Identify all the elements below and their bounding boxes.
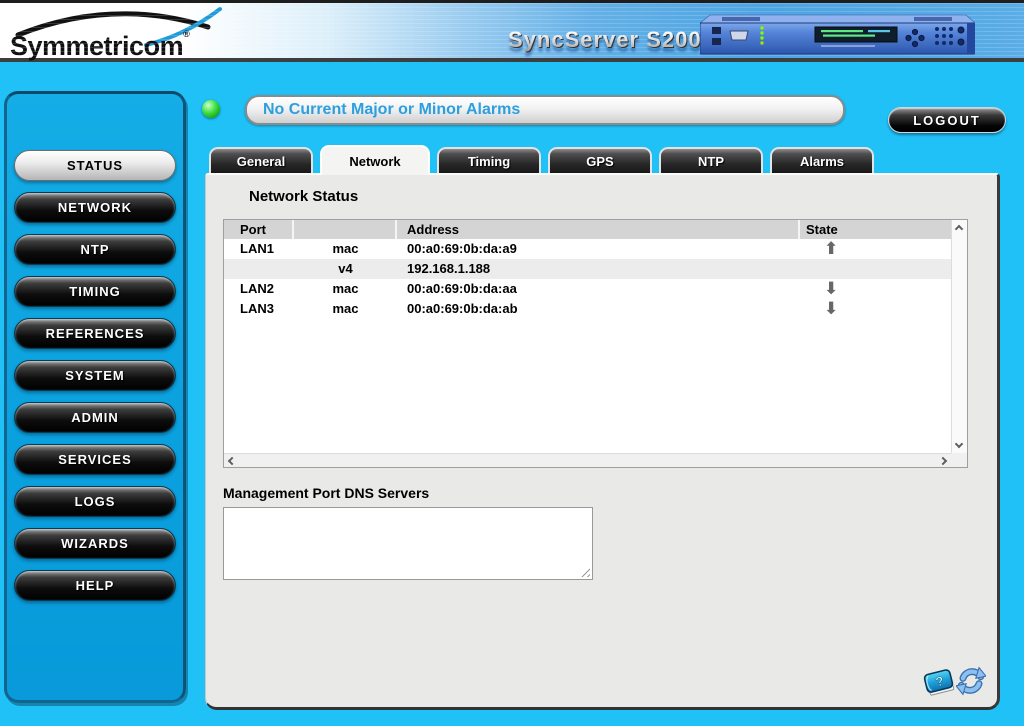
sidebar-item-help[interactable]: HELP (14, 570, 176, 601)
sidebar-item-system[interactable]: SYSTEM (14, 360, 176, 391)
scrollbar-corner (951, 453, 967, 467)
sidebar-item-ntp[interactable]: NTP (14, 234, 176, 265)
tab-gps[interactable]: GPS (548, 147, 652, 173)
top-banner: Symmetricom® SyncServer S200 (0, 0, 1024, 62)
content-panel: Network Status Port Address State LAN1 m… (205, 173, 1000, 710)
table-row-lan1-v4: v4 192.168.1.188 (224, 259, 951, 279)
product-title: SyncServer S200 (508, 27, 702, 52)
tab-alarms[interactable]: Alarms (770, 147, 874, 173)
alarm-banner: No Current Major or Minor Alarms (245, 95, 845, 125)
syncserver-device-image (700, 14, 975, 55)
table-row-lan3-mac: LAN3 mac 00:a0:69:0b:da:ab ⬇ (224, 299, 951, 319)
sidebar-item-status[interactable]: STATUS (14, 150, 176, 181)
state-down-arrow-icon: ⬇ (824, 279, 839, 299)
state-up-arrow-icon: ⬆ (824, 239, 839, 259)
refresh-icon[interactable] (956, 665, 986, 697)
alarm-status-led-icon (202, 100, 220, 118)
sidebar-item-logs[interactable]: LOGS (14, 486, 176, 517)
table-vertical-scrollbar[interactable] (951, 220, 967, 453)
tab-general[interactable]: General (209, 147, 313, 173)
scroll-down-arrow-icon[interactable] (954, 439, 964, 449)
dns-servers-textarea[interactable] (223, 507, 593, 580)
table-header-row: Port Address State (224, 220, 951, 239)
scroll-up-arrow-icon[interactable] (954, 224, 964, 234)
help-book-icon[interactable]: ? (922, 667, 956, 699)
col-header-type (294, 220, 397, 239)
dns-servers-label: Management Port DNS Servers (223, 485, 430, 501)
sidebar-item-wizards[interactable]: WIZARDS (14, 528, 176, 559)
symmetricom-logo: Symmetricom® (8, 5, 238, 61)
scroll-right-arrow-icon[interactable] (938, 456, 948, 466)
page-title: Network Status (249, 188, 359, 205)
table-row-lan1-mac: LAN1 mac 00:a0:69:0b:da:a9 ⬆ (224, 239, 951, 259)
table-row-lan2-mac: LAN2 mac 00:a0:69:0b:da:aa ⬇ (224, 279, 951, 299)
tab-ntp[interactable]: NTP (659, 147, 763, 173)
scroll-left-arrow-icon[interactable] (227, 456, 237, 466)
col-header-address: Address (397, 220, 800, 239)
sidebar-item-references[interactable]: REFERENCES (14, 318, 176, 349)
sidebar-item-admin[interactable]: ADMIN (14, 402, 176, 433)
tab-network[interactable]: Network (320, 145, 430, 175)
sidebar-item-services[interactable]: SERVICES (14, 444, 176, 475)
status-tab-bar: General Network Timing GPS NTP Alarms (209, 145, 874, 175)
col-header-state: State (806, 222, 838, 237)
col-header-port: Port (224, 220, 294, 239)
sidebar-item-network[interactable]: NETWORK (14, 192, 176, 223)
state-down-arrow-icon: ⬇ (824, 299, 839, 319)
registered-mark: ® (183, 29, 190, 39)
tab-timing[interactable]: Timing (437, 147, 541, 173)
table-horizontal-scrollbar[interactable] (224, 453, 951, 467)
logout-button[interactable]: LOGOUT (888, 107, 1006, 133)
page: { "header": { "brand": "Symmetricom", "r… (0, 0, 1024, 726)
brand-name: Symmetricom® (10, 29, 190, 61)
network-status-table: Port Address State LAN1 mac 00:a0:69:0b:… (223, 219, 968, 468)
alarm-text: No Current Major or Minor Alarms (263, 101, 521, 118)
sidebar-nav: STATUS NETWORK NTP TIMING REFERENCES SYS… (4, 91, 186, 703)
sidebar-item-timing[interactable]: TIMING (14, 276, 176, 307)
